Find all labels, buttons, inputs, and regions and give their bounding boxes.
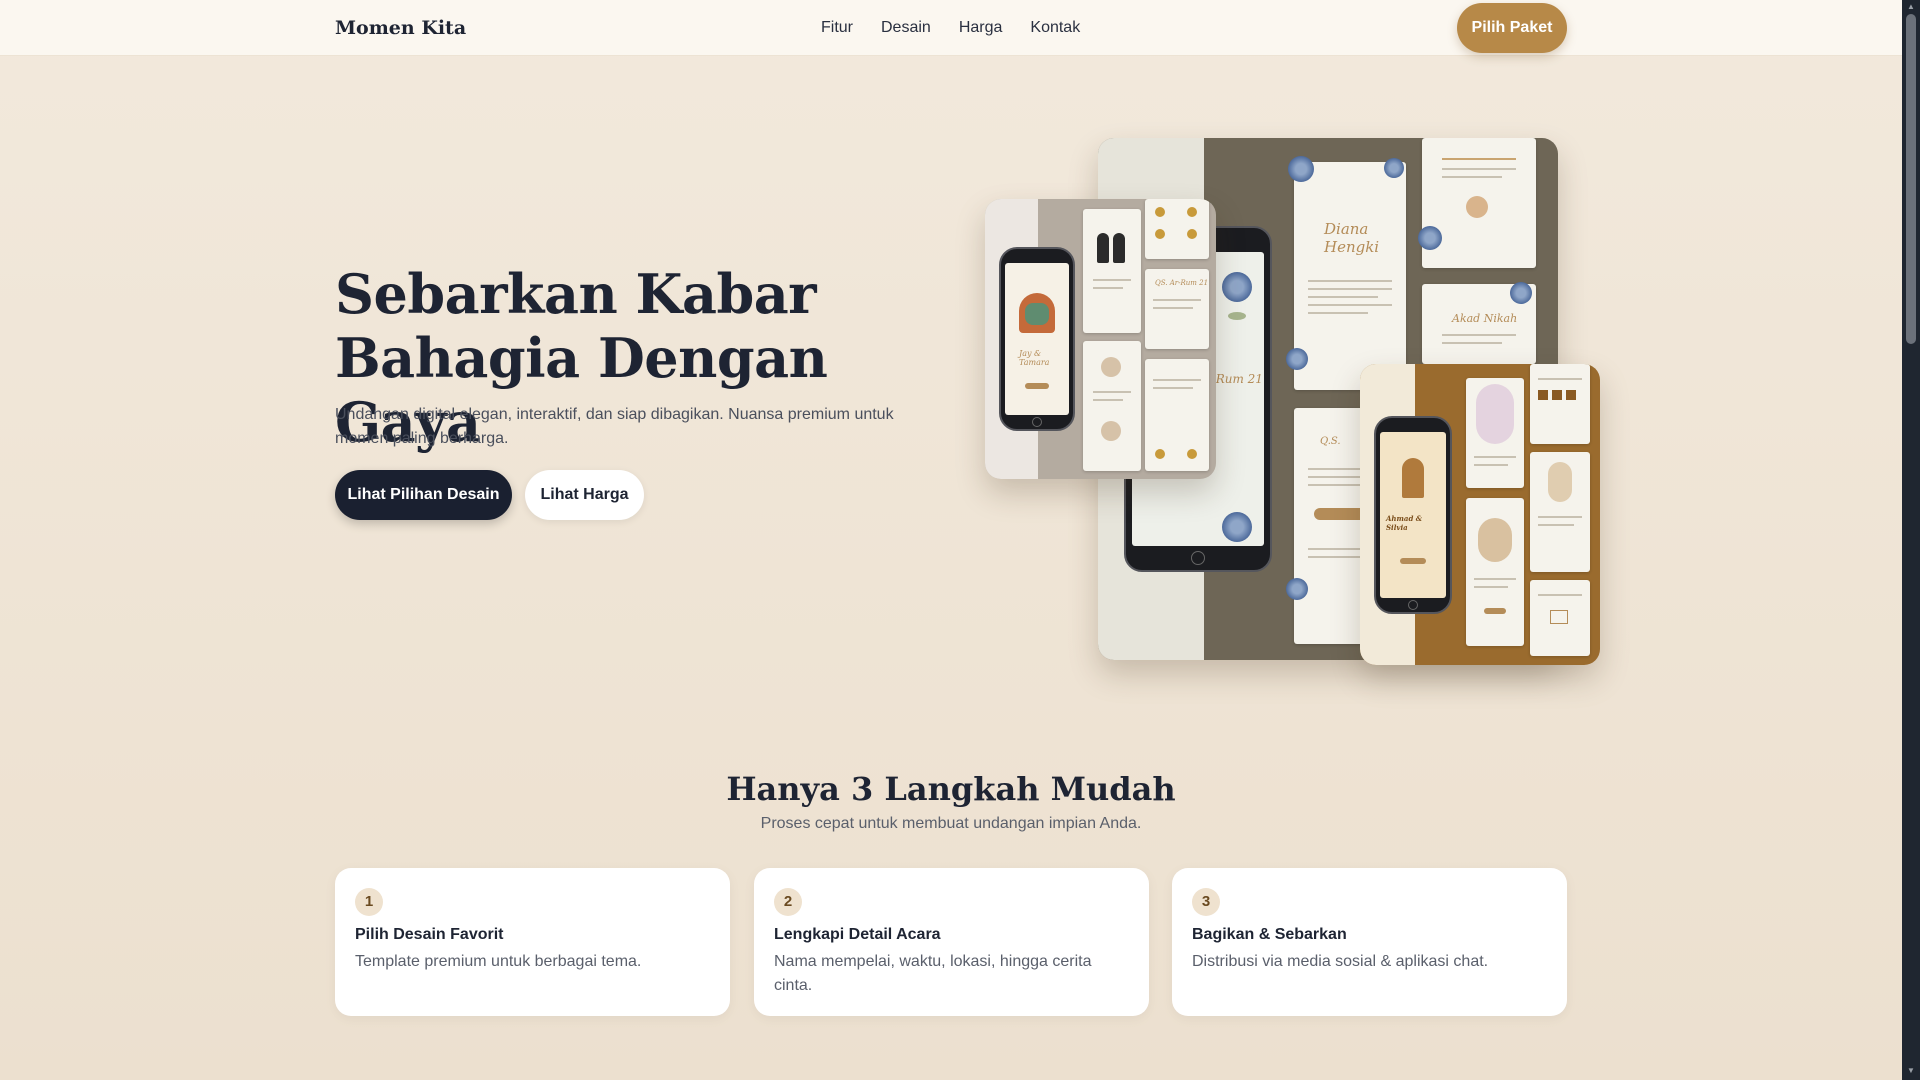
invitation-page [1145,199,1209,259]
nav-link-fitur[interactable]: Fitur [821,19,853,37]
invitation-page [1083,209,1141,333]
step-card-1: 1 Pilih Desain Favorit Template premium … [335,868,730,1016]
choose-package-button[interactable]: Pilih Paket [1457,3,1567,53]
step-title: Bagikan & Sebarkan [1192,926,1347,943]
step-card-2: 2 Lengkapi Detail Acara Nama mempelai, w… [754,868,1149,1016]
invitation-mockup-left: Jay & Tamara QS. Ar-Rum 21 [985,199,1216,479]
invitation-page [1530,452,1590,572]
step-card-3: 3 Bagikan & Sebarkan Distribusi via medi… [1172,868,1567,1016]
couple-names-script: Diana Hengki [1324,220,1380,256]
invitation-page [1418,138,1536,268]
steps-title: Hanya 3 Langkah Mudah [726,770,1176,808]
view-prices-button[interactable]: Lihat Harga [525,470,644,520]
scroll-down-arrow-icon[interactable]: ▼ [1906,1066,1916,1076]
invitation-page [1145,359,1209,471]
top-navbar: Momen Kita Fitur Desain Harga Kontak Pil… [0,0,1902,56]
brand-logo[interactable]: Momen Kita [335,17,466,39]
invitation-page [1530,364,1590,444]
invitation-page [1083,341,1141,471]
step-number-badge: 2 [774,888,802,916]
invitation-page [1466,378,1524,488]
step-title: Pilih Desain Favorit [355,926,504,943]
view-designs-button[interactable]: Lihat Pilihan Desain [335,470,512,520]
step-description: Nama mempelai, waktu, lokasi, hingga cer… [774,953,1092,994]
step-title: Lengkapi Detail Acara [774,926,941,943]
invitation-page: QS. Ar-Rum 21 [1145,269,1209,349]
hero-subtitle: Undangan digital elegan, interaktif, dan… [335,406,894,447]
nav-link-kontak[interactable]: Kontak [1030,19,1080,37]
scroll-thumb[interactable] [1906,14,1916,344]
invitation-page [1466,498,1524,646]
invitation-page [1530,580,1590,656]
step-description: Distribusi via media sosial & aplikasi c… [1192,953,1489,970]
phone-mockup: Jay & Tamara [999,247,1075,431]
page-scrollbar[interactable]: ▲ ▼ [1902,0,1920,1080]
nav-link-harga[interactable]: Harga [959,19,1003,37]
scroll-up-arrow-icon[interactable]: ▲ [1906,2,1916,12]
main-nav: Fitur Desain Harga Kontak [821,19,1080,37]
phone-mockup: Ahmad & Silvia [1374,416,1452,614]
steps-subtitle: Proses cepat untuk membuat undangan impi… [760,815,1142,832]
step-number-badge: 3 [1192,888,1220,916]
invitation-page: Akad Nikah [1422,282,1536,364]
step-number-badge: 1 [355,888,383,916]
nav-link-desain[interactable]: Desain [881,19,931,37]
invitation-mockup-right: Ahmad & Silvia [1360,364,1600,665]
step-description: Template premium untuk berbagai tema. [355,953,642,970]
invitation-page: Diana Hengki [1286,156,1406,390]
couple-names-script: Ahmad & Silvia [1386,514,1423,532]
